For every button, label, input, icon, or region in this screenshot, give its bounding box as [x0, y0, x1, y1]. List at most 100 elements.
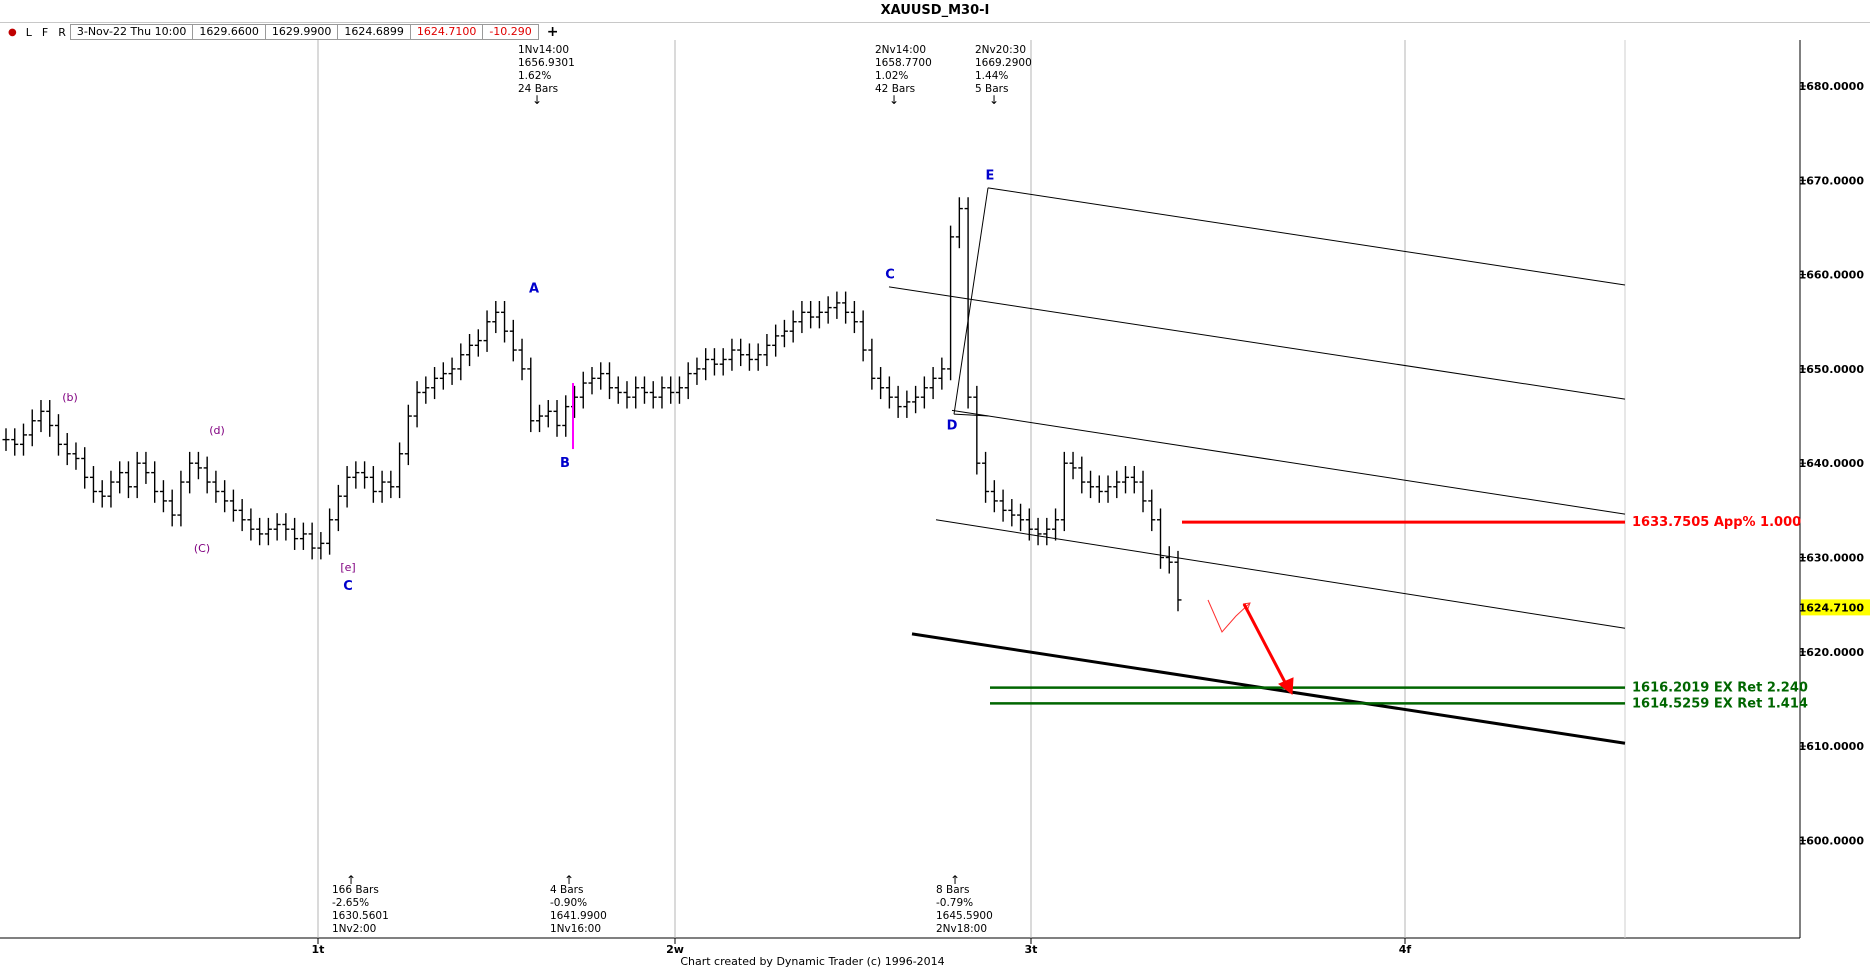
annotation-line: 166 Bars	[332, 884, 379, 896]
price-bar	[597, 362, 605, 390]
price-bar	[238, 499, 246, 532]
price-bar	[728, 338, 736, 371]
price-bar	[247, 508, 255, 541]
price-bar	[588, 367, 596, 395]
price-bar	[72, 442, 80, 470]
price-bar	[124, 461, 132, 499]
y-tick-label: 1610.0000	[1799, 740, 1865, 753]
price-bar	[299, 522, 307, 550]
price-bar	[623, 381, 631, 409]
price-bar	[168, 489, 176, 527]
price-bar	[877, 367, 885, 400]
price-bar	[343, 466, 351, 508]
price-bar	[920, 376, 928, 409]
y-tick-label: 1620.0000	[1799, 646, 1865, 659]
annotation-line: 2Nv20:30	[975, 44, 1026, 56]
price-bar	[509, 319, 517, 362]
price-bar	[186, 451, 194, 494]
price-bar	[448, 357, 456, 385]
price-bar	[396, 442, 404, 499]
price-bar	[1165, 546, 1173, 574]
y-tick-label: 1650.0000	[1799, 363, 1865, 376]
bottom-annotation: ↑8 Bars-0.79%1645.59002Nv18:00	[936, 873, 993, 935]
price-levels: 1633.7505 App% 1.000 1616.2019 EX Ret 2.2…	[990, 515, 1808, 711]
price-bar	[11, 428, 19, 456]
wave-label: [e]	[340, 561, 355, 574]
price-bar	[1060, 451, 1068, 532]
price-axis: 1600.0000 1610.0000 1620.0000 1630.0000 1640…	[1799, 80, 1865, 847]
price-bar	[990, 480, 998, 513]
price-bar	[116, 461, 124, 494]
price-bar	[334, 484, 342, 532]
price-bar	[1043, 517, 1051, 546]
projection-arrow-main	[1242, 603, 1290, 689]
price-bar	[1034, 517, 1042, 546]
annotation-line: 1.02%	[875, 70, 908, 82]
trend-channels	[888, 187, 1626, 745]
price-bar	[387, 470, 395, 499]
channel-line-3	[951, 409, 1626, 515]
price-bar	[273, 513, 281, 541]
price-bar	[553, 400, 561, 437]
down-arrow-icon: ↓	[532, 93, 542, 107]
channel-line-4	[935, 519, 1626, 629]
price-bar	[938, 357, 946, 390]
price-bar	[544, 400, 552, 428]
price-bars	[2, 197, 1182, 612]
price-bar	[894, 385, 902, 418]
price-bar	[815, 301, 823, 329]
annotation-line: -0.79%	[936, 897, 973, 909]
price-bar	[1174, 550, 1182, 612]
wave-label: D	[947, 418, 958, 433]
wave-label: (b)	[62, 391, 78, 404]
price-bar	[177, 470, 185, 527]
price-bar	[221, 480, 229, 513]
y-tick-label: 1640.0000	[1799, 457, 1865, 470]
price-bar	[710, 348, 718, 376]
price-chart[interactable]: 1600.0000 1610.0000 1620.0000 1630.0000 1640…	[0, 0, 1870, 969]
price-bar	[151, 461, 159, 503]
price-bar	[763, 334, 771, 367]
price-bar	[868, 338, 876, 390]
annotation-line: 1656.9301	[518, 57, 575, 69]
price-bar	[789, 310, 797, 343]
price-bar	[212, 470, 220, 503]
price-bar	[1148, 489, 1156, 532]
price-level-label: 1614.5259 EX Ret 1.414	[1632, 696, 1808, 711]
price-bar	[492, 301, 500, 334]
price-bar	[133, 451, 141, 499]
price-bar	[89, 466, 97, 503]
price-bar	[19, 423, 27, 456]
price-bar	[640, 376, 648, 404]
price-bar	[264, 517, 272, 546]
price-bar	[1078, 456, 1086, 494]
price-bar	[702, 348, 710, 381]
price-bar	[842, 291, 850, 324]
price-bar	[999, 489, 1007, 522]
price-bar	[1139, 470, 1147, 513]
wave-label: C	[885, 268, 895, 283]
bottom-annotation: ↑166 Bars-2.65%1630.56011Nv2:00	[332, 873, 389, 935]
price-bar	[1017, 503, 1025, 532]
price-bar	[903, 390, 911, 418]
price-bar	[745, 343, 753, 371]
price-bar	[973, 385, 981, 475]
wave-label: E	[986, 169, 995, 184]
price-bar	[422, 376, 430, 404]
price-bar	[1069, 451, 1077, 480]
price-level-label: 1633.7505 App% 1.000	[1632, 515, 1801, 530]
price-bar	[859, 310, 867, 362]
price-bar	[352, 461, 360, 489]
price-bar	[658, 376, 666, 409]
channel-line-upper	[987, 187, 1626, 286]
price-bar	[850, 301, 858, 334]
annotation-line: 2Nv18:00	[936, 923, 987, 935]
channel-line-2	[888, 286, 1626, 400]
price-bar	[404, 404, 412, 466]
price-bar	[369, 466, 377, 503]
price-bar	[780, 319, 788, 348]
wave-labels: (b) (d) (C) [e] C A B C D E	[62, 169, 994, 594]
price-bar	[501, 301, 509, 343]
annotation-line: 1.44%	[975, 70, 1008, 82]
y-tick-label: 1670.0000	[1799, 174, 1865, 187]
